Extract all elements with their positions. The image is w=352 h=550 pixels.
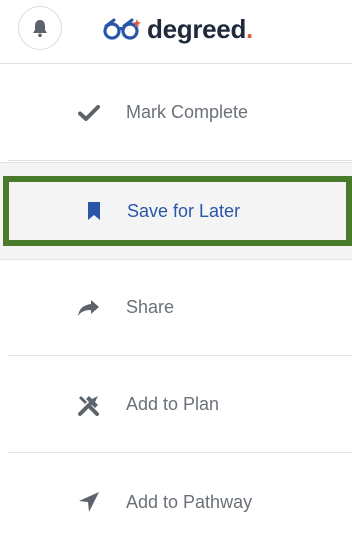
bell-icon	[33, 20, 47, 37]
menu-item-label: Add to Pathway	[126, 491, 253, 512]
menu-item-label: Share	[126, 297, 175, 317]
bookmark-icon	[81, 198, 107, 224]
navigation-arrow-icon	[76, 489, 102, 515]
menu-item-mark-complete[interactable]: Mark Complete	[8, 65, 352, 161]
tools-icon	[76, 392, 102, 418]
menu-item-label: Add to Plan	[126, 394, 220, 414]
logo-dot: .	[246, 14, 253, 44]
menu-item-add-to-pathway[interactable]: Add to Pathway	[8, 454, 352, 550]
glasses-logo-icon	[103, 18, 141, 40]
share-arrow-icon	[76, 295, 102, 321]
notifications-button[interactable]	[18, 6, 62, 50]
menu-item-label: Save for Later	[127, 201, 241, 221]
degreed-logo[interactable]: degreed.	[102, 14, 253, 44]
logo-text: degreed.	[147, 14, 253, 44]
menu-item-label: Mark Complete	[126, 102, 249, 122]
menu-item-save-for-later[interactable]: Save for Later	[3, 176, 352, 246]
menu-item-add-to-plan[interactable]: Add to Plan	[8, 357, 352, 453]
menu-item-share[interactable]: Share	[8, 260, 352, 356]
checkmark-icon	[76, 100, 102, 126]
header: degreed.	[0, 0, 352, 64]
